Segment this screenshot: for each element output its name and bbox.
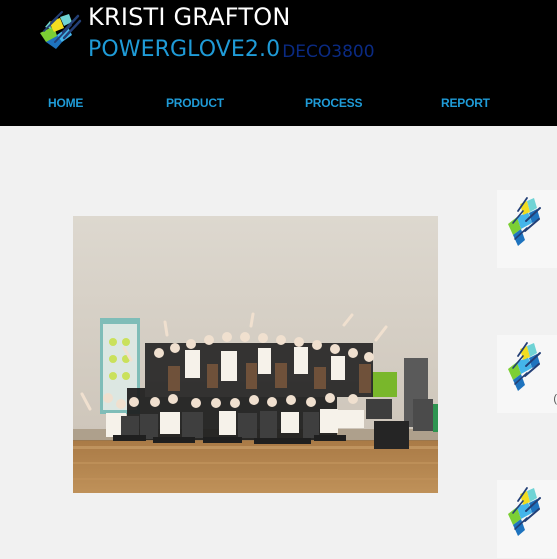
glove-logo-icon[interactable]	[503, 480, 545, 544]
sidebar-card[interactable]	[497, 480, 557, 558]
glove-logo-icon[interactable]	[503, 335, 545, 399]
site-name: KRISTI GRAFTON	[88, 3, 291, 31]
glove-logo-icon[interactable]	[33, 8, 83, 58]
nav-home-link[interactable]: HOME	[48, 96, 83, 110]
nav-process-link[interactable]: PROCESS	[305, 96, 362, 110]
nav-product-link[interactable]: PRODUCT	[166, 96, 224, 110]
group-photo-image	[73, 216, 438, 493]
main-nav: HOME PRODUCT PROCESS REPORT	[0, 96, 557, 114]
page: KRISTI GRAFTON POWERGLOVE2.0 DECO3800 HOM…	[0, 0, 557, 559]
sidebar-cards: (	[497, 190, 557, 559]
sidebar-card[interactable]	[497, 335, 557, 413]
sidebar-dot: (	[553, 393, 557, 405]
site-header: KRISTI GRAFTON POWERGLOVE2.0 DECO3800 HOM…	[0, 0, 557, 126]
site-tagline-main: POWERGLOVE2.0	[88, 37, 281, 62]
nav-report-link[interactable]: REPORT	[441, 96, 490, 110]
glove-logo-icon[interactable]	[503, 190, 545, 254]
site-tagline-code: DECO3800	[282, 42, 375, 62]
group-photo	[73, 216, 438, 493]
site-tagline: POWERGLOVE2.0 DECO3800	[88, 35, 375, 67]
sidebar-card[interactable]	[497, 190, 557, 268]
